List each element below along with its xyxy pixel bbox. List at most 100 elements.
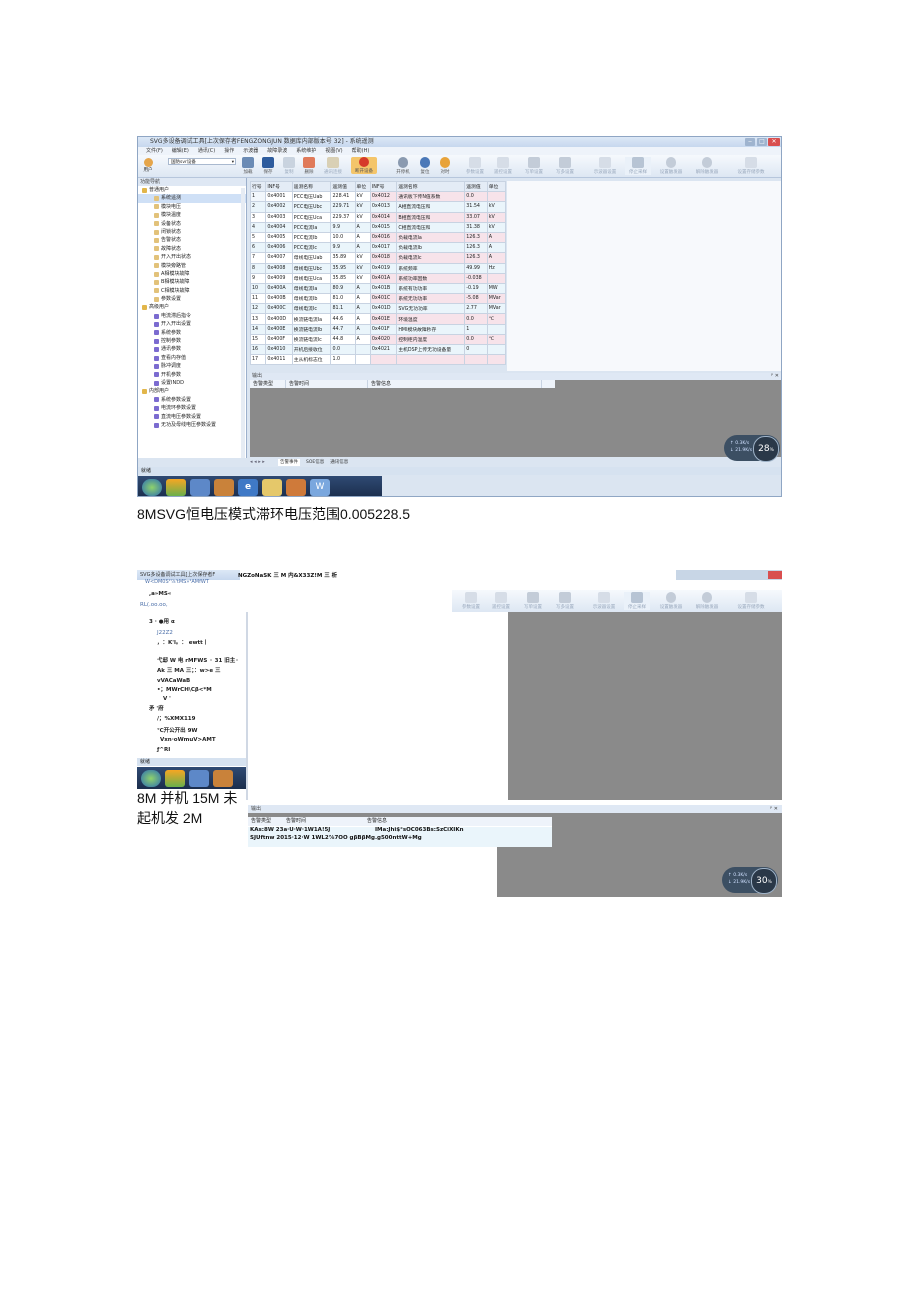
maximize-button[interactable]: □ — [757, 138, 767, 146]
tool-icon[interactable] — [286, 478, 306, 496]
stop-sample-button[interactable]: 停止采样 — [625, 157, 651, 175]
nav-text-line[interactable]: Ak 三 MA 三；：w>e 三 — [157, 667, 220, 675]
col-alarm-info[interactable]: 告警信息 — [368, 380, 542, 388]
table-row[interactable]: 1 0x4001 PCC电压Uab 228.41 kV 0x4012 通讯板下传N值系数 0.… — [249, 191, 507, 203]
nav-item[interactable]: 开入开出设置 — [138, 320, 246, 328]
start-icon[interactable] — [142, 478, 162, 496]
menu-oscilloscope[interactable]: 示波器 — [243, 147, 258, 155]
nav-item[interactable]: 无功及母线电压参数设置 — [138, 421, 246, 429]
tab-nav-arrows[interactable]: ◂ ◂ ▸ ▸ — [250, 459, 276, 466]
write-single-button[interactable]: 写单设置 — [523, 157, 545, 175]
app-icon[interactable] — [165, 769, 185, 787]
column-header[interactable]: INF号 — [369, 180, 398, 193]
table-row[interactable]: 12 0x400C 母线电流Ic 81.1 A 0x401D SVG无功功率 2.77 MVar — [249, 303, 507, 315]
reset-button[interactable]: 复位 — [415, 157, 435, 175]
nav-item[interactable]: 开入开出状态 — [138, 253, 246, 261]
media-icon[interactable] — [190, 478, 210, 496]
remote-set-button[interactable]: 遥控设置 — [490, 592, 512, 610]
word-icon[interactable]: W — [310, 478, 330, 496]
table-row[interactable]: 17 0x4011 主从机标志位 1.0 — [249, 354, 507, 366]
delete-button[interactable]: 删除 — [299, 157, 319, 175]
close-button[interactable]: ✕ — [768, 138, 780, 146]
save-params-button[interactable]: 设置存储参数 — [734, 157, 768, 175]
copy-button[interactable]: 复制 — [279, 157, 299, 175]
media-icon[interactable] — [189, 769, 209, 787]
table-row[interactable]: 7 0x4007 母线电压Uab 35.89 kV 0x4018 负载电流Ic 126.3 A — [249, 252, 507, 264]
nav-text-line[interactable]: V ' — [163, 695, 171, 703]
browser-icon[interactable]: e — [238, 478, 258, 496]
nav-text-line[interactable]: ,a»MS« — [149, 590, 171, 598]
nav-text-line[interactable]: ，：K'l。： ewtt丨 — [157, 639, 208, 647]
people-icon[interactable] — [213, 769, 233, 787]
tab-comm[interactable]: 通讯信息 — [330, 459, 348, 466]
load-button[interactable]: 加载 — [238, 157, 258, 175]
save-params-button[interactable]: 设置存储参数 — [734, 592, 768, 610]
nav-item[interactable]: 控制参数 — [138, 337, 246, 345]
col-alarm-type[interactable]: 告警类型 — [248, 817, 283, 826]
nav-item[interactable]: 电流滞后指令 — [138, 312, 246, 320]
folder-icon[interactable] — [262, 478, 282, 496]
menu-help[interactable]: 帮助(H) — [352, 147, 370, 155]
menu-edit[interactable]: 编辑(E) — [172, 147, 189, 155]
column-header[interactable]: 遥测名称 — [396, 180, 466, 193]
app-icon[interactable] — [166, 478, 186, 496]
scope-set-button[interactable]: 示波器设置 — [590, 592, 618, 610]
nav-group[interactable]: 高级用户 — [138, 303, 246, 311]
menu-operate[interactable]: 操作 — [224, 147, 234, 155]
close-icon[interactable]: ᵖ ✕ — [771, 373, 779, 380]
nav-text-line[interactable]: /；%XMX119 — [157, 715, 195, 723]
release-trigger-button[interactable]: 解除触发器 — [694, 157, 720, 175]
table-row[interactable]: 5 0x4005 PCC电流Ib 10.0 A 0x4016 负载电流Ia 126.3 A — [249, 231, 507, 244]
nav-item[interactable]: 直流电压参数设置 — [138, 413, 246, 421]
minimize-button[interactable]: ‒ — [745, 138, 755, 146]
nav-text-line[interactable]: •；MWrCH\Cβ<*M — [157, 686, 212, 694]
nav-item[interactable]: 查看内存值 — [138, 354, 246, 362]
nav-item[interactable]: 参数设置 — [138, 295, 246, 303]
menu-comm[interactable]: 通讯(C) — [198, 147, 215, 155]
nav-item[interactable]: 电流环参数设置 — [138, 404, 246, 412]
nav-text-line[interactable]: Vxn·oWmuV>AMT — [160, 736, 216, 744]
menu-maintenance[interactable]: 系统维护 — [296, 147, 316, 155]
table-row[interactable]: 6 0x4006 PCC电流Ic 9.9 A 0x4017 负载电流Ib 126.3 A — [249, 242, 507, 254]
alarm-row-1-left[interactable]: KAs:8W 23a·U·W·1W1A!5J — [250, 827, 330, 833]
table-row[interactable]: 14 0x400E 换流链电流Ib 44.7 A 0x401F HMI模块故障秒存 1 — [249, 323, 507, 335]
menu-fault-record[interactable]: 故障录波 — [267, 147, 287, 155]
table-row[interactable]: 16 0x4010 开机后接收位 0.0 0x4021 主机DSP上传无功设备量 0 — [249, 343, 507, 356]
tab-soe[interactable]: SOE信息 — [306, 459, 324, 466]
device-select[interactable]: 国防svr设备 ▾ — [168, 158, 236, 165]
column-header[interactable]: 遥测值 — [464, 180, 488, 193]
tab-alarm-events[interactable]: 告警事件 — [278, 459, 300, 466]
column-header[interactable]: INF号 — [265, 180, 293, 193]
table-row[interactable]: 15 0x400F 换流链电流Ic 44.8 A 0x4020 控制柜内温度 0.0 ℃ — [249, 333, 507, 346]
column-header[interactable]: 单位 — [486, 180, 507, 193]
column-header[interactable]: 遥测名称 — [291, 180, 332, 193]
nav-group[interactable]: 普通用户 — [138, 186, 246, 194]
set-trigger-button[interactable]: 设置触发器 — [658, 592, 684, 610]
nav-item[interactable]: 脉冲调度 — [138, 362, 246, 370]
nav-item[interactable]: 设备状态 — [138, 220, 246, 228]
nav-item[interactable]: 模块温度 — [138, 211, 246, 219]
start-stop-button[interactable]: 开停机 — [393, 157, 413, 175]
nav-item[interactable]: B相模块故障 — [138, 278, 246, 286]
nav-item[interactable]: 闭锁状态 — [138, 228, 246, 236]
col-alarm-time[interactable]: 告警时间 — [286, 380, 368, 388]
nav-item[interactable]: C相模块故障 — [138, 287, 246, 295]
stop-sample-button[interactable]: 停止采样 — [624, 592, 650, 610]
param-set-button[interactable]: 参数设置 — [464, 157, 486, 175]
table-row[interactable]: 9 0x4009 母线电压Uca 35.85 kV 0x401A 系统功率因数 -0.038 — [249, 272, 507, 284]
nav-item[interactable]: 故障状态 — [138, 245, 246, 253]
nav-item[interactable]: 模块旁路管 — [138, 262, 246, 270]
nav-item[interactable]: 开机参数 — [138, 371, 246, 379]
people-icon[interactable] — [214, 478, 234, 496]
column-header[interactable]: 单位 — [354, 180, 371, 193]
write-single-button[interactable]: 写单设置 — [522, 592, 544, 610]
column-header[interactable]: 遥测值 — [330, 180, 356, 193]
table-row[interactable]: 2 0x4002 PCC电压Ubc 229.71 kV 0x4013 A相直流电压和 31.5… — [249, 201, 507, 213]
nav-text-line[interactable]: 弋邸 W 电 rMFWS ◦ 31 旧主◦ — [157, 657, 239, 665]
nav-text-line[interactable]: ƒ^RI — [157, 746, 170, 754]
nav-text-line[interactable]: RL(.oo.oo, — [140, 601, 168, 609]
nav-scrollbar[interactable] — [241, 188, 245, 458]
col-alarm-type[interactable]: 告警类型 — [250, 380, 286, 388]
table-row[interactable]: 13 0x400D 换流链电流Ia 44.6 A 0x401E 环境温度 0.0 ℃ — [249, 313, 507, 325]
scope-set-button[interactable]: 示波器设置 — [591, 157, 619, 175]
